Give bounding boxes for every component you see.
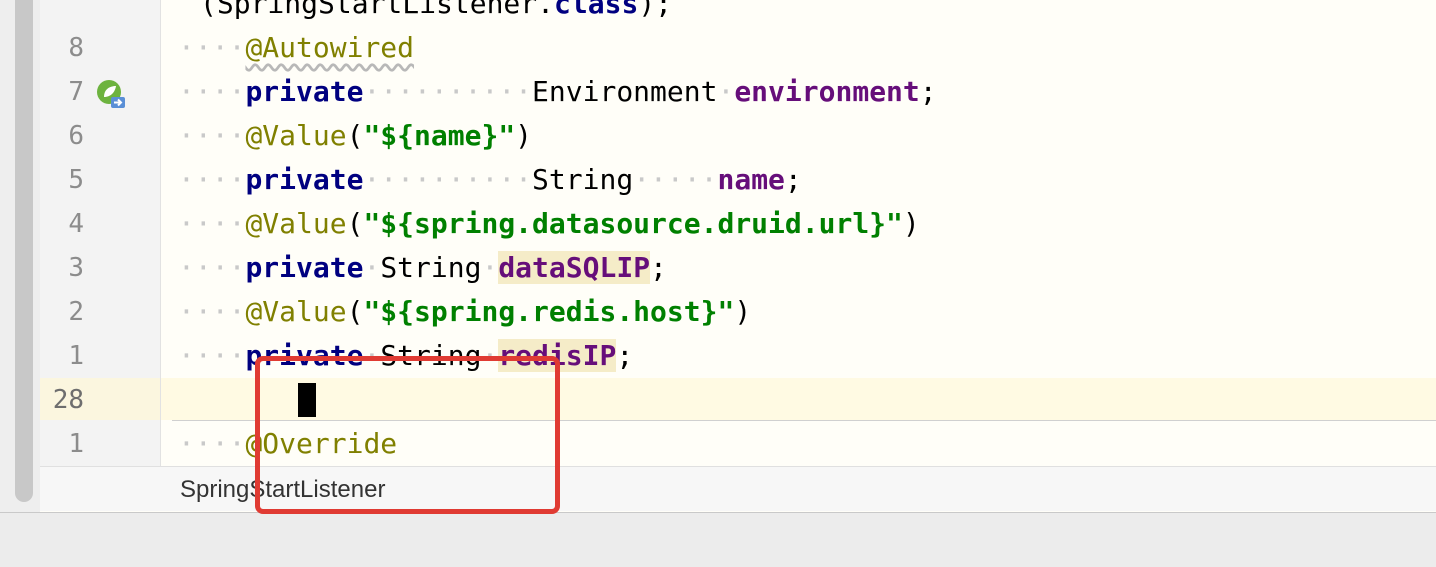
code-punct: ; — [784, 163, 802, 196]
line-number: 7 — [68, 77, 84, 107]
code-line: ····private··········String·····name; — [178, 163, 802, 196]
line-number-current: 28 — [52, 385, 84, 415]
code-type: Environment — [532, 75, 718, 108]
code-punct: ; — [616, 339, 634, 372]
code-field: dataSQLIP — [498, 251, 651, 284]
line-number: 1 — [68, 429, 84, 459]
vertical-scrollbar[interactable] — [15, 0, 33, 502]
code-punct: ( — [346, 295, 364, 328]
code-line: ····private·String·dataSQLIP; — [178, 251, 667, 284]
left-tool-strip — [0, 0, 40, 512]
code-punct: ; — [919, 75, 937, 108]
status-bar — [0, 512, 1436, 567]
code-text: (SpringStartListener. — [200, 0, 555, 20]
code-keyword: private — [245, 163, 364, 196]
code-line: ····private··········Environment·environ… — [178, 75, 937, 108]
line-number: 8 — [68, 33, 84, 63]
breadcrumb-bar: SpringStartListener — [40, 466, 1436, 511]
code-punct: ) — [515, 119, 533, 152]
code-annotation: @Value — [245, 119, 347, 152]
line-number: 1 — [68, 341, 84, 371]
code-type: String — [532, 163, 634, 196]
code-field: name — [717, 163, 785, 196]
code-field: environment — [734, 75, 920, 108]
code-annotation: @Value — [245, 207, 347, 240]
code-punct: ( — [346, 119, 364, 152]
code-line: ····@Value("${spring.redis.host}") — [178, 295, 752, 328]
code-punct: ; — [650, 251, 667, 284]
code-punct: ) — [902, 207, 920, 240]
line-number: 2 — [68, 297, 84, 327]
line-number: 3 — [68, 253, 84, 283]
code-line-partial: (SpringStartListener.class); — [200, 0, 672, 26]
line-number: 6 — [68, 121, 84, 151]
line-number: 4 — [68, 209, 84, 239]
code-annotation: @Value — [245, 295, 347, 328]
code-keyword: private — [245, 75, 364, 108]
code-line: ····@Autowired — [178, 31, 415, 64]
code-string: "${spring.datasource.druid.url}" — [363, 207, 903, 240]
highlight-rectangle — [255, 356, 560, 514]
code-type: String — [380, 251, 482, 284]
code-string: "${name}" — [363, 119, 516, 152]
code-punct: ) — [734, 295, 752, 328]
code-line: ····@Value("${name}") — [178, 119, 533, 152]
code-annotation: @Autowired — [245, 31, 415, 64]
code-string: "${spring.redis.host}" — [363, 295, 735, 328]
code-text: ); — [638, 0, 673, 20]
spring-bean-run-icon[interactable] — [95, 78, 127, 110]
code-keyword: class — [554, 0, 639, 20]
code-punct: ( — [346, 207, 364, 240]
line-number: 5 — [68, 165, 84, 195]
code-keyword: private — [245, 251, 364, 284]
code-line: ····@Value("${spring.datasource.druid.ur… — [178, 207, 920, 240]
